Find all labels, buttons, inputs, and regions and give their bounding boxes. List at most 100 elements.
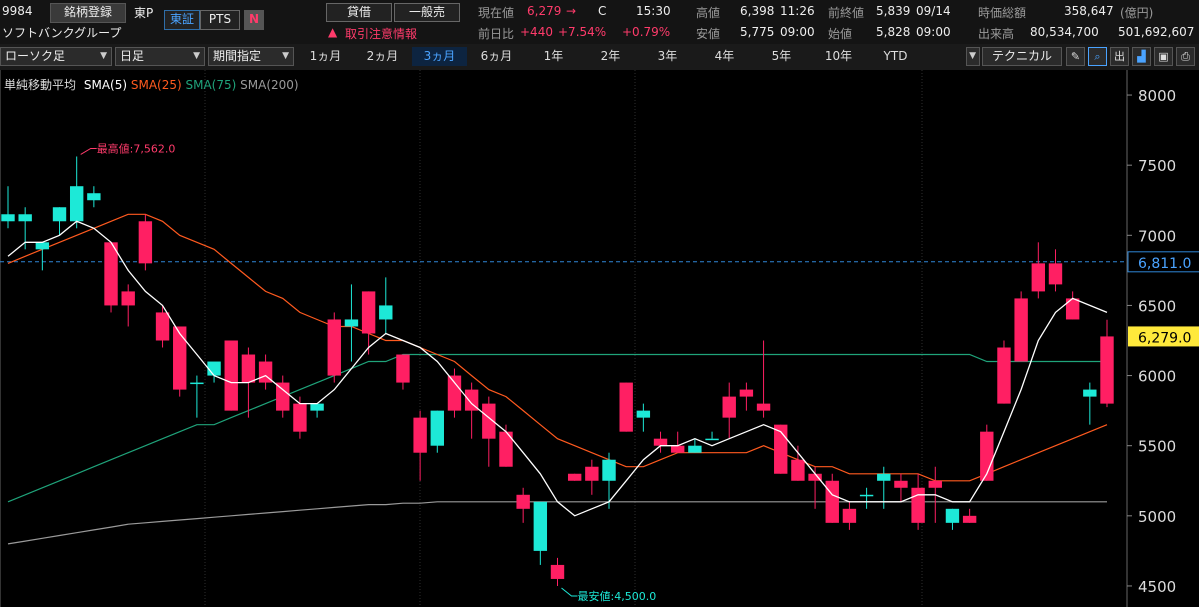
- candle-body: [756, 403, 771, 411]
- news-logo-icon[interactable]: N: [244, 10, 264, 30]
- warning-icon: ▲: [328, 25, 338, 39]
- candle-body: [327, 319, 341, 376]
- y-tick-label: 5500: [1138, 438, 1176, 456]
- tab-period-9[interactable]: 10年: [811, 47, 866, 66]
- candle-body: [671, 445, 685, 453]
- tab-period-2[interactable]: 3ヵ月: [412, 47, 467, 66]
- candle-body: [69, 186, 84, 222]
- candle-body: [1014, 298, 1028, 362]
- open-value: 5,828: [876, 25, 911, 39]
- technical-button[interactable]: テクニカル: [982, 47, 1062, 66]
- candle-body: [121, 291, 135, 306]
- candle-body: [379, 305, 393, 320]
- bar-chart-icon[interactable]: ▟: [1132, 47, 1151, 66]
- min-label: 最安値:4,500.0: [578, 589, 657, 603]
- candle-body: [361, 291, 376, 334]
- save-icon[interactable]: ▣: [1154, 47, 1173, 66]
- market-label: 東P: [134, 6, 154, 20]
- timeframe-value: 日足: [120, 49, 145, 63]
- chart-toolbar: ローソク足 ▼ 日足 ▼ 期間指定 ▼ 1ヵ月 2ヵ月 3ヵ月 6ヵ月 1年 2年 3年 4年…: [0, 44, 1199, 71]
- tab-period-10[interactable]: YTD: [868, 47, 923, 66]
- max-label: 最高値:7,562.0: [97, 141, 176, 155]
- candle-body: [413, 417, 427, 453]
- tab-period-5[interactable]: 2年: [583, 47, 638, 66]
- candle-body: [310, 403, 324, 411]
- candle-body: [911, 487, 925, 523]
- tab-pts[interactable]: PTS: [200, 10, 240, 30]
- y-tick-label: 6000: [1138, 368, 1176, 386]
- chart-type-select[interactable]: ローソク足 ▼: [0, 47, 112, 66]
- period-mode-value: 期間指定: [213, 49, 262, 63]
- candle-body: [791, 459, 805, 481]
- timeframe-select[interactable]: 日足 ▼: [115, 47, 205, 66]
- candlestick-chart: 8000 7500 7000 6500 6000 5500 5000 4500 6,811.0 6…: [0, 70, 1199, 607]
- tab-period-8[interactable]: 5年: [754, 47, 809, 66]
- tab-period-0[interactable]: 1ヵ月: [298, 47, 353, 66]
- candle-body: [104, 242, 118, 306]
- pencil-icon[interactable]: ✎: [1066, 47, 1085, 66]
- prev-diff-label: 前日比: [478, 27, 515, 41]
- tab-period-4[interactable]: 1年: [526, 47, 581, 66]
- chart-type-value: ローソク足: [5, 49, 66, 63]
- current-time: 15:30: [636, 4, 671, 18]
- volume-value2: 501,692,607: [1118, 25, 1195, 39]
- warning-link[interactable]: 取引注意情報: [345, 25, 417, 42]
- print-icon[interactable]: ⎙: [1176, 47, 1195, 66]
- candle-body: [1031, 263, 1046, 292]
- candle-body: [447, 375, 462, 411]
- tab-period-1[interactable]: 2ヵ月: [355, 47, 410, 66]
- y-tick-label: 4500: [1138, 578, 1176, 596]
- candle-body: [705, 438, 719, 441]
- quote-header: 9984 銘柄登録 東P 東証 PTS N ソフトバンクグループ 貸借 一般売 …: [0, 0, 1199, 44]
- current-arrow: →: [566, 4, 577, 18]
- tab-period-7[interactable]: 4年: [697, 47, 752, 66]
- candle-body: [567, 473, 582, 481]
- prev-close-date: 09/14: [916, 4, 951, 18]
- legend-sma5: SMA(5): [83, 78, 128, 92]
- mcap-label: 時価総額: [978, 6, 1027, 20]
- credit-button[interactable]: 貸借: [326, 3, 392, 22]
- candle-body: [173, 326, 187, 390]
- candle-body: [87, 193, 101, 201]
- candle-body: [739, 389, 754, 397]
- tab-period-6[interactable]: 3年: [640, 47, 695, 66]
- period-mode-select[interactable]: 期間指定 ▼: [208, 47, 294, 66]
- candle-body: [1048, 263, 1063, 285]
- prev-close-value: 5,839: [876, 4, 911, 18]
- candle-body: [138, 221, 153, 264]
- low-label: 安値: [696, 27, 721, 41]
- general-sell-button[interactable]: 一般売: [394, 3, 460, 22]
- candle-body: [653, 438, 668, 446]
- tab-tse[interactable]: 東証: [164, 10, 200, 30]
- dashed-level-label: 6,811.0: [1138, 256, 1191, 272]
- candle-body: [842, 508, 857, 523]
- zoom-icon[interactable]: ⌕: [1088, 47, 1107, 66]
- candle-body: [636, 410, 651, 418]
- candle-body: [825, 480, 839, 523]
- candle-body: [550, 564, 565, 579]
- candle-body: [207, 361, 221, 376]
- company-name: ソフトバンクグループ: [2, 26, 122, 40]
- candle-body: [1083, 389, 1097, 397]
- y-tick-label: 8000: [1138, 87, 1176, 105]
- candle-body: [722, 396, 736, 418]
- candle-body: [688, 445, 702, 453]
- technical-dropdown[interactable]: ▼: [966, 47, 980, 66]
- high-value: 6,398: [740, 4, 775, 18]
- volume-value: 80,534,700: [1030, 25, 1099, 39]
- candle-body: [430, 410, 444, 446]
- volume-label: 出来高: [978, 27, 1015, 41]
- candle-body: [1100, 336, 1114, 404]
- tab-period-3[interactable]: 6ヵ月: [469, 47, 524, 66]
- prev-close-label: 前終値: [828, 6, 865, 20]
- out-button[interactable]: 出: [1110, 47, 1129, 66]
- mcap-unit: (億円): [1120, 6, 1154, 20]
- candle-body: [241, 354, 256, 383]
- y-tick-label: 7000: [1138, 227, 1176, 245]
- legend-sma75: SMA(75): [185, 78, 237, 92]
- mcap-value: 358,647: [1064, 4, 1114, 18]
- legend-sma200: SMA(200): [240, 78, 299, 92]
- candle-body: [945, 508, 960, 523]
- register-button[interactable]: 銘柄登録: [50, 3, 126, 23]
- chevron-down-icon: ▼: [969, 51, 976, 61]
